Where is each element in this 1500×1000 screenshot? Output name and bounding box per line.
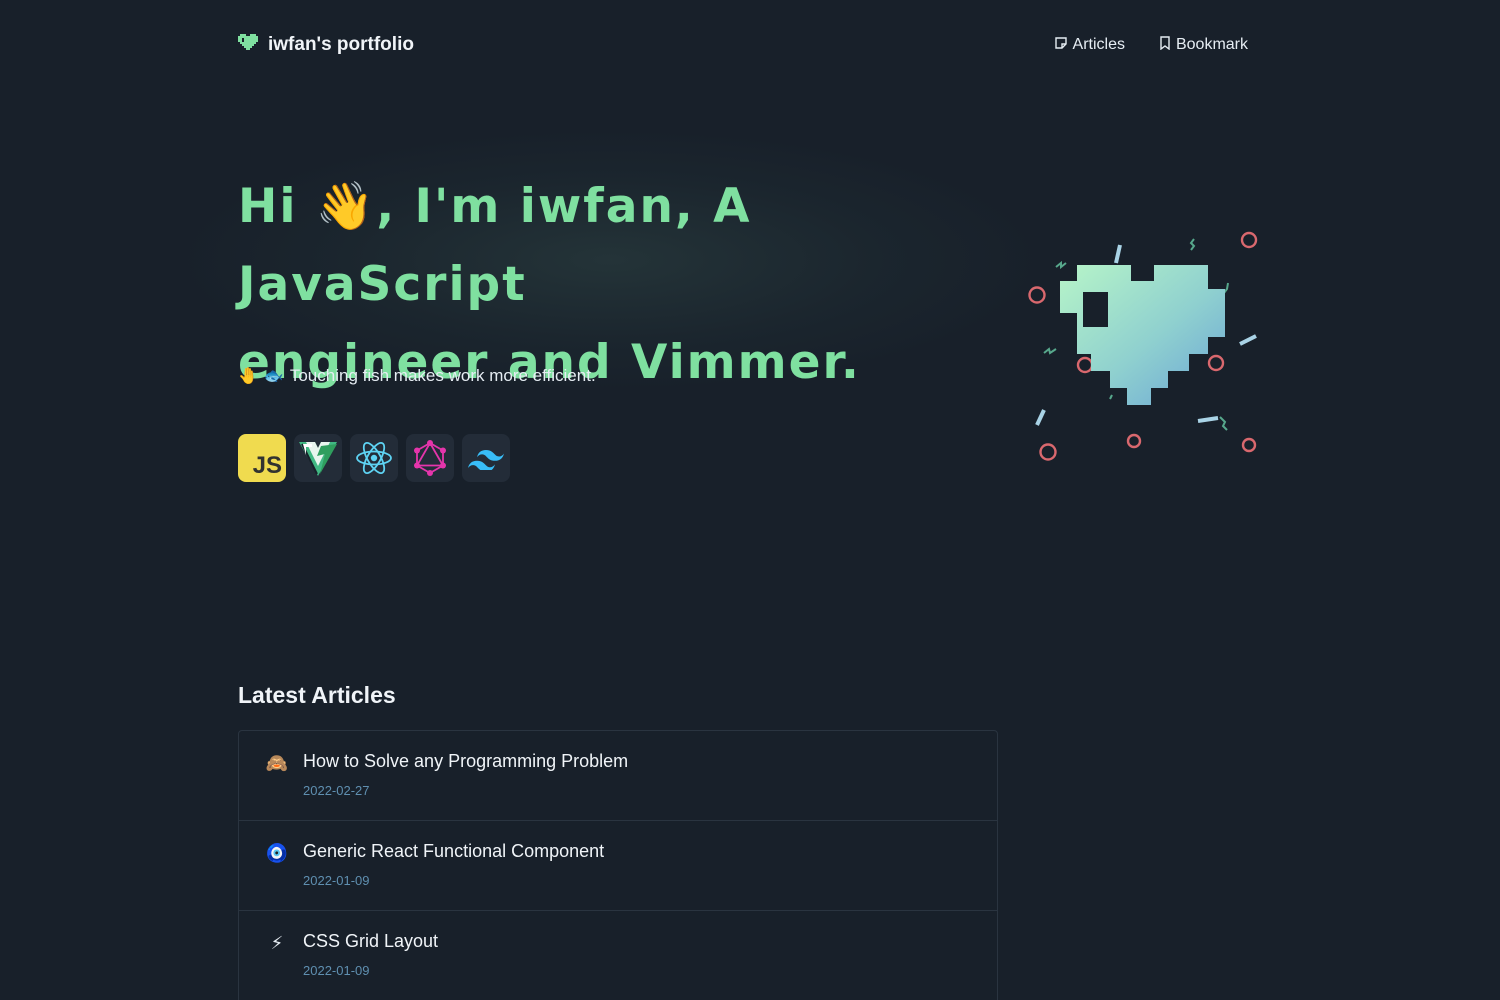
article-title: CSS Grid Layout	[303, 931, 439, 951]
tech-stack: JS	[238, 434, 510, 482]
page: iwfan's portfolio Articles Bookmark Hi 👋…	[0, 0, 1500, 1000]
nav-bookmark-label: Bookmark	[1175, 36, 1248, 53]
tailwind-icon[interactable]	[462, 434, 510, 482]
pixel-heart-illustration	[1020, 225, 1270, 470]
article-emoji: ⚡	[270, 933, 284, 953]
article-date: 2022-02-27	[303, 783, 370, 798]
javascript-icon-label: JS	[252, 452, 282, 479]
raised-hand-emoji: 🤚	[238, 368, 258, 385]
latest-articles-heading: Latest Articles	[238, 682, 396, 708]
article-title: How to Solve any Programming Problem	[303, 751, 629, 771]
article-emoji: 🙈	[265, 753, 289, 773]
graphql-icon[interactable]	[406, 434, 454, 482]
article-date: 2022-01-09	[303, 873, 370, 888]
site-header: iwfan's portfolio Articles Bookmark	[238, 28, 1248, 62]
react-icon[interactable]	[350, 434, 398, 482]
main-nav: Articles Bookmark	[1054, 35, 1248, 55]
article-item[interactable]: ⚡ CSS Grid Layout 2022-01-09	[239, 911, 997, 1000]
nav-articles-label: Articles	[1072, 36, 1125, 53]
tagline: 🤚 🐟 Touching fish makes work more effici…	[238, 366, 596, 386]
article-item[interactable]: 🧿 Generic React Functional Component 202…	[239, 821, 997, 911]
javascript-icon[interactable]: JS	[238, 434, 286, 482]
heart-icon	[238, 33, 258, 57]
article-emoji: 🧿	[265, 843, 289, 863]
note-icon	[1054, 36, 1068, 55]
nav-bookmark[interactable]: Bookmark	[1159, 35, 1248, 55]
hero-title-line-1: Hi 👋, I'm iwfan, A JavaScript	[238, 179, 752, 312]
vite-icon[interactable]	[294, 434, 342, 482]
article-title: Generic React Functional Component	[303, 841, 605, 861]
brand-link[interactable]: iwfan's portfolio	[238, 33, 414, 57]
brand-title: iwfan's portfolio	[268, 34, 414, 55]
tagline-text: Touching fish makes work more efficient.	[289, 366, 596, 385]
article-item[interactable]: 🙈 How to Solve any Programming Problem 2…	[239, 731, 997, 821]
fish-emoji: 🐟	[263, 368, 284, 385]
bookmark-icon	[1159, 35, 1171, 55]
nav-articles[interactable]: Articles	[1054, 36, 1125, 55]
article-list: 🙈 How to Solve any Programming Problem 2…	[238, 730, 998, 1000]
article-date: 2022-01-09	[303, 963, 370, 978]
